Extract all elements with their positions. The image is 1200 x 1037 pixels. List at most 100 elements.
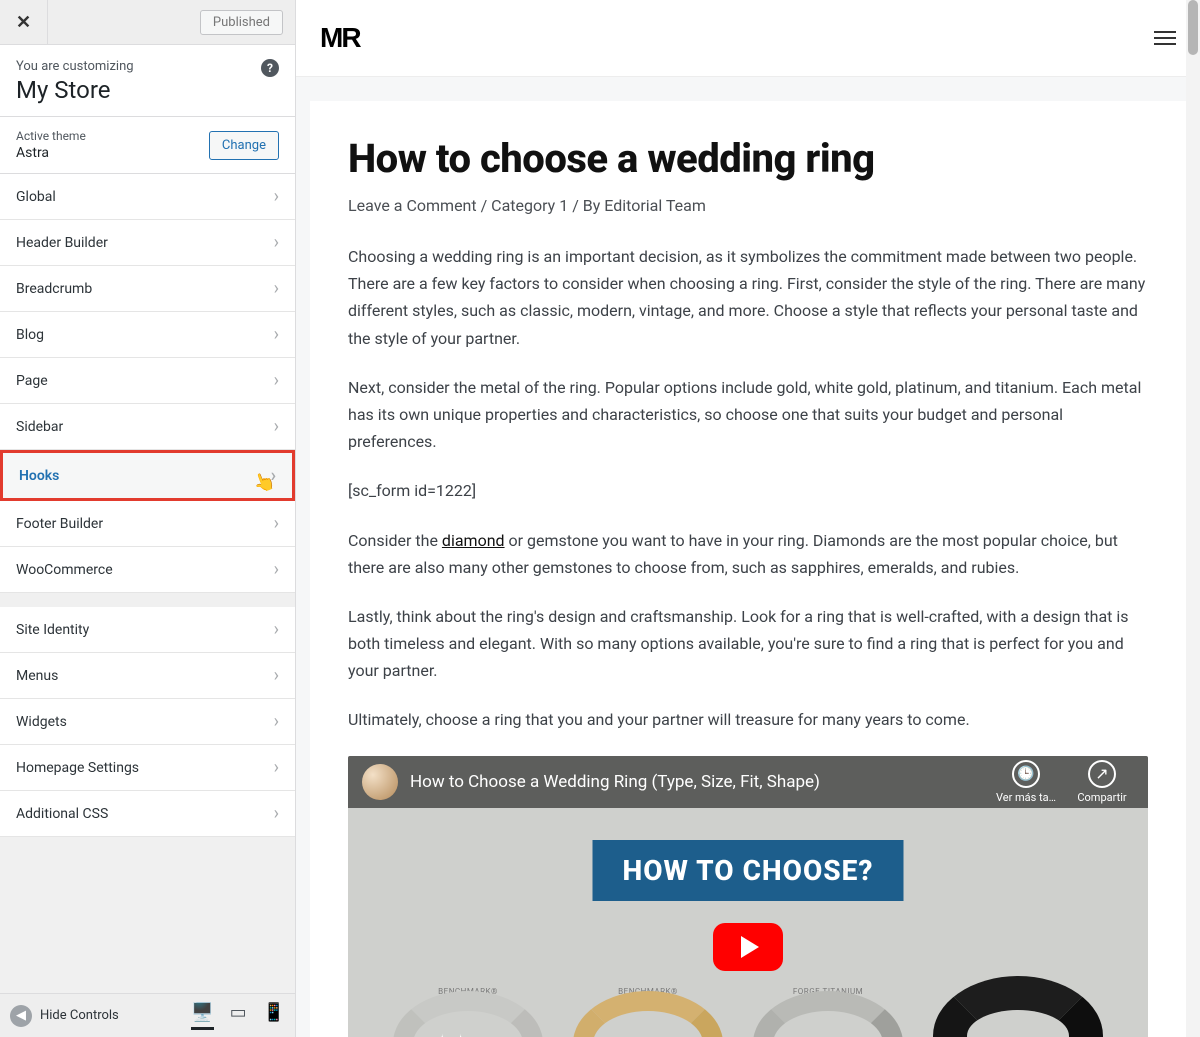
sidebar-top-bar: ✕ Published xyxy=(0,0,295,45)
store-name: My Store xyxy=(16,76,279,104)
rings-row: BENCHMARK® ✦✦ BENCHMARK® FORGE TITANIUM xyxy=(348,976,1148,1037)
sidebar-item-label: Header Builder xyxy=(16,235,108,251)
ring-black xyxy=(933,976,1103,1037)
leave-comment-link[interactable]: Leave a Comment xyxy=(348,196,477,215)
meta-by: / By xyxy=(568,196,604,215)
site-logo[interactable]: MR xyxy=(320,22,360,54)
watch-later-label: Ver más ta… xyxy=(996,791,1056,804)
preview-header: MR xyxy=(296,0,1200,77)
ring-steel: FORGE TITANIUM xyxy=(753,991,903,1037)
sidebar-item-global[interactable]: Global › xyxy=(0,174,295,220)
close-icon: ✕ xyxy=(16,12,31,33)
chevron-right-icon: › xyxy=(274,416,279,437)
scrollbar-thumb[interactable] xyxy=(1188,0,1198,55)
chevron-right-icon: › xyxy=(274,513,279,534)
meta-sep: / xyxy=(477,196,492,215)
chevron-right-icon: › xyxy=(274,803,279,824)
chevron-right-icon: › xyxy=(274,559,279,580)
close-button[interactable]: ✕ xyxy=(0,0,48,45)
article: How to choose a wedding ring Leave a Com… xyxy=(310,101,1186,1037)
sidebar-item-label: Homepage Settings xyxy=(16,760,139,776)
sidebar-item-hooks[interactable]: Hooks › 👆 xyxy=(0,450,295,501)
menu-group-wp: Site Identity › Menus › Widgets › Homepa… xyxy=(0,607,295,837)
category-link[interactable]: Category 1 xyxy=(491,196,568,215)
customizing-label: You are customizing xyxy=(16,59,279,74)
video-embed[interactable]: How to Choose a Wedding Ring (Type, Size… xyxy=(348,756,1148,1037)
device-preview-toggles: 🖥️ ▭ 📱 xyxy=(191,1002,285,1030)
channel-avatar[interactable] xyxy=(362,764,398,800)
ring-gold: BENCHMARK® xyxy=(573,991,723,1037)
play-button-icon[interactable] xyxy=(713,923,783,971)
device-desktop-icon[interactable]: 🖥️ xyxy=(191,1002,213,1030)
sidebar-item-breadcrumb[interactable]: Breadcrumb › xyxy=(0,266,295,312)
video-banner-text: HOW TO CHOOSE? xyxy=(593,840,904,901)
sidebar-footer: ◀ Hide Controls 🖥️ ▭ 📱 xyxy=(0,993,295,1037)
collapse-controls-button[interactable]: ◀ xyxy=(10,1005,32,1027)
sidebar-item-label: Footer Builder xyxy=(16,516,103,532)
sidebar-item-label: Sidebar xyxy=(16,419,63,435)
sidebar-item-label: Page xyxy=(16,373,48,389)
share-icon xyxy=(1088,760,1116,788)
video-top-bar: How to Choose a Wedding Ring (Type, Size… xyxy=(348,756,1148,808)
ring-silver: BENCHMARK® ✦✦ xyxy=(393,991,543,1037)
article-shortcode: [sc_form id=1222] xyxy=(348,477,1148,504)
sidebar-item-label: Widgets xyxy=(16,714,67,730)
article-paragraph: Consider the diamond or gemstone you wan… xyxy=(348,527,1148,581)
page-scrollbar[interactable] xyxy=(1186,0,1200,1037)
device-tablet-icon[interactable]: ▭ xyxy=(230,1002,247,1030)
sidebar-item-widgets[interactable]: Widgets › xyxy=(0,699,295,745)
sparkle-icon: ✦✦ xyxy=(433,1031,470,1037)
article-paragraph: Ultimately, choose a ring that you and y… xyxy=(348,706,1148,733)
sidebar-item-label: Menus xyxy=(16,668,58,684)
author-link[interactable]: Editorial Team xyxy=(604,196,706,215)
sidebar-item-label: WooCommerce xyxy=(16,562,113,578)
chevron-right-icon: › xyxy=(274,324,279,345)
chevron-right-icon: › xyxy=(274,665,279,686)
sidebar-item-homepage-settings[interactable]: Homepage Settings › xyxy=(0,745,295,791)
device-mobile-icon[interactable]: 📱 xyxy=(263,1002,285,1030)
sidebar-item-label: Global xyxy=(16,189,56,205)
sidebar-item-woocommerce[interactable]: WooCommerce › xyxy=(0,547,295,593)
article-title: How to choose a wedding ring xyxy=(348,135,1148,182)
hamburger-menu-icon[interactable] xyxy=(1154,31,1176,45)
help-icon[interactable]: ? xyxy=(261,59,279,77)
change-theme-button[interactable]: Change xyxy=(209,131,279,160)
watch-later-button[interactable]: 🕒 Ver más ta… xyxy=(994,760,1058,804)
sidebar-item-label: Breadcrumb xyxy=(16,281,92,297)
diamond-link[interactable]: diamond xyxy=(442,531,505,550)
sidebar-item-blog[interactable]: Blog › xyxy=(0,312,295,358)
sidebar-item-sidebar[interactable]: Sidebar › xyxy=(0,404,295,450)
sidebar-item-label: Additional CSS xyxy=(16,806,108,822)
sidebar-item-label: Hooks xyxy=(19,468,59,484)
text-fragment: Consider the xyxy=(348,531,442,550)
article-paragraph: Next, consider the metal of the ring. Po… xyxy=(348,374,1148,456)
sidebar-item-label: Site Identity xyxy=(16,622,89,638)
article-paragraph: Lastly, think about the ring's design an… xyxy=(348,603,1148,685)
sidebar-item-menus[interactable]: Menus › xyxy=(0,653,295,699)
customizer-sidebar: ✕ Published You are customizing My Store… xyxy=(0,0,296,1037)
chevron-right-icon: › xyxy=(274,370,279,391)
sidebar-item-site-identity[interactable]: Site Identity › xyxy=(0,607,295,653)
active-theme-row: Active theme Astra Change xyxy=(0,117,295,174)
chevron-right-icon: › xyxy=(274,619,279,640)
hide-controls-label[interactable]: Hide Controls xyxy=(40,1008,119,1023)
clock-icon: 🕒 xyxy=(1012,760,1040,788)
sidebar-item-header-builder[interactable]: Header Builder › xyxy=(0,220,295,266)
sidebar-menu-scroll[interactable]: Global › Header Builder › Breadcrumb › B… xyxy=(0,174,295,993)
active-theme-name: Astra xyxy=(16,145,86,161)
chevron-right-icon: › xyxy=(274,232,279,253)
publish-status-button[interactable]: Published xyxy=(200,10,283,35)
article-paragraph: Choosing a wedding ring is an important … xyxy=(348,243,1148,352)
sidebar-item-page[interactable]: Page › xyxy=(0,358,295,404)
menu-group-theme: Global › Header Builder › Breadcrumb › B… xyxy=(0,174,295,593)
sidebar-item-footer-builder[interactable]: Footer Builder › xyxy=(0,501,295,547)
chevron-right-icon: › xyxy=(274,711,279,732)
share-label: Compartir xyxy=(1077,791,1126,804)
active-theme-label: Active theme xyxy=(16,129,86,143)
video-title: How to Choose a Wedding Ring (Type, Size… xyxy=(410,772,982,792)
sidebar-item-additional-css[interactable]: Additional CSS › xyxy=(0,791,295,837)
share-button[interactable]: Compartir xyxy=(1070,760,1134,804)
customizing-panel: You are customizing My Store ? xyxy=(0,45,295,117)
sidebar-item-label: Blog xyxy=(16,327,44,343)
article-meta: Leave a Comment / Category 1 / By Editor… xyxy=(348,196,1148,215)
